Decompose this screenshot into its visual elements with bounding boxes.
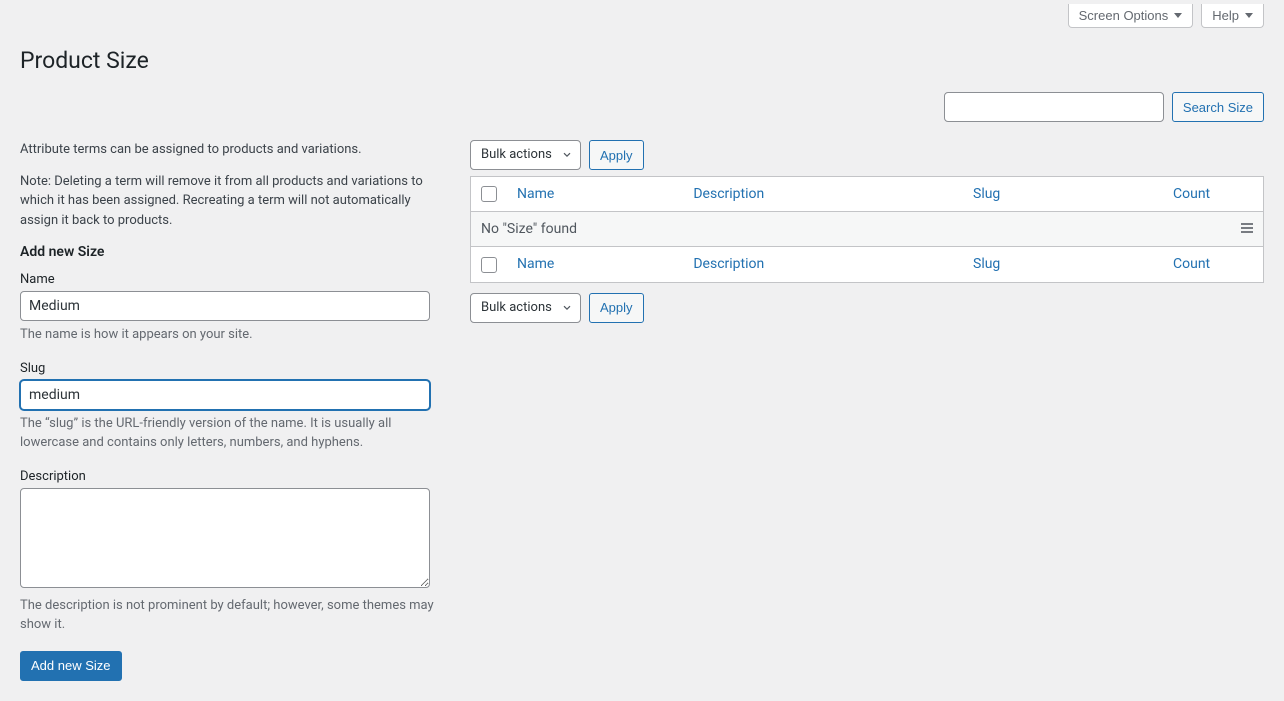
help-label: Help [1212,8,1239,23]
description-description: The description is not prominent by defa… [20,596,450,635]
column-header-description[interactable]: Description [693,186,764,202]
name-input[interactable] [20,291,430,321]
menu-icon [1241,221,1253,235]
column-header-slug[interactable]: Slug [973,186,1000,202]
page-title: Product Size [20,38,1264,78]
empty-state-text: No "Size" found [481,221,577,237]
description-label: Description [20,469,450,484]
intro-text-1: Attribute terms can be assigned to produ… [20,140,450,160]
add-new-heading: Add new Size [20,244,450,260]
column-footer-slug[interactable]: Slug [973,256,1000,272]
terms-table: Name Description Slug Count No "Size" fo… [470,176,1264,283]
column-footer-name[interactable]: Name [517,256,554,272]
slug-input[interactable] [20,380,430,410]
add-new-submit-button[interactable]: Add new Size [20,651,122,681]
screen-options-toggle[interactable]: Screen Options [1068,4,1194,28]
description-textarea[interactable] [20,488,430,588]
apply-button-top[interactable]: Apply [589,140,644,170]
screen-options-label: Screen Options [1079,8,1169,23]
bulk-actions-select-bottom[interactable]: Bulk actions [470,293,581,323]
select-all-checkbox-top[interactable] [481,186,497,202]
name-label: Name [20,272,450,287]
column-header-name[interactable]: Name [517,186,554,202]
caret-down-icon [1245,13,1253,18]
slug-description: The “slug” is the URL-friendly version o… [20,414,450,453]
bulk-actions-select-top[interactable]: Bulk actions [470,140,581,170]
search-button[interactable]: Search Size [1172,92,1264,122]
slug-label: Slug [20,361,450,376]
search-input[interactable] [944,92,1164,122]
column-footer-count[interactable]: Count [1173,256,1210,272]
select-all-checkbox-bottom[interactable] [481,257,497,273]
column-footer-description[interactable]: Description [693,256,764,272]
apply-button-bottom[interactable]: Apply [589,293,644,323]
name-description: The name is how it appears on your site. [20,325,450,345]
caret-down-icon [1174,13,1182,18]
column-header-count[interactable]: Count [1173,186,1210,202]
intro-text-2: Note: Deleting a term will remove it fro… [20,172,450,231]
help-toggle[interactable]: Help [1201,4,1264,28]
